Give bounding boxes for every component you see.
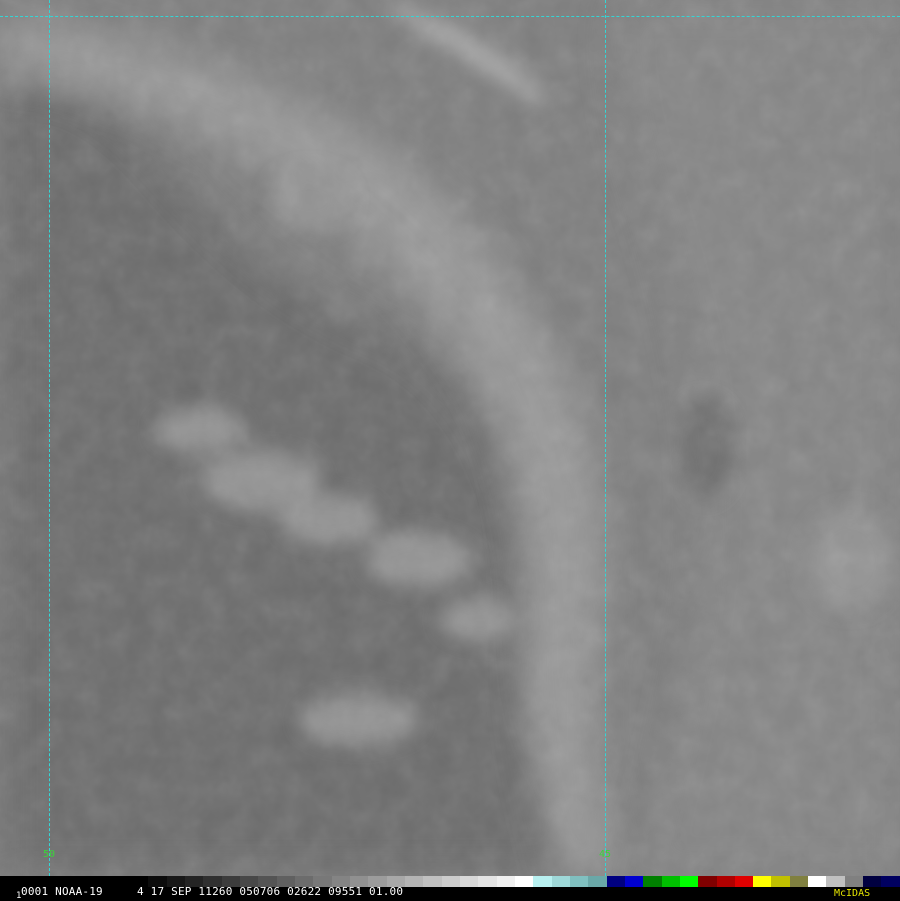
meridian-line-50 bbox=[49, 0, 50, 876]
colorbar-segment bbox=[789, 876, 809, 887]
colorbar-segment bbox=[514, 876, 534, 887]
image-metadata-line: 0001 NOAA-19 4 17 SEP 11260 050706 02622… bbox=[21, 885, 403, 898]
colorbar-segment bbox=[863, 876, 882, 887]
colorbar-segment bbox=[844, 876, 864, 887]
colorbar-segment bbox=[569, 876, 589, 887]
colorbar-segment bbox=[826, 876, 845, 887]
colorbar-segment bbox=[533, 876, 552, 887]
colorbar-segment bbox=[698, 876, 717, 887]
image-element: 09551 bbox=[328, 885, 363, 898]
satellite-name: NOAA-19 bbox=[55, 885, 103, 898]
colorbar-segment bbox=[588, 876, 607, 887]
colorbar-segment bbox=[478, 876, 497, 887]
band-number: 4 bbox=[137, 885, 144, 898]
image-resolution: 01.00 bbox=[369, 885, 404, 898]
colorbar-segment bbox=[661, 876, 680, 887]
satellite-image-viewport[interactable]: 50 45 bbox=[0, 0, 900, 876]
meridian-label-45: 45 bbox=[599, 849, 612, 860]
image-date: 17 SEP 11260 bbox=[150, 885, 233, 898]
colorbar-segment bbox=[496, 876, 515, 887]
colorbar-segment bbox=[423, 876, 442, 887]
colorbar-segment bbox=[808, 876, 827, 887]
colorbar-segment bbox=[441, 876, 460, 887]
colorbar-segment bbox=[624, 876, 644, 887]
image-line: 02622 bbox=[287, 885, 322, 898]
texture-overlay bbox=[0, 0, 900, 876]
colorbar-segment bbox=[881, 876, 900, 887]
colorbar-segment bbox=[716, 876, 735, 887]
colorbar-segment bbox=[734, 876, 754, 887]
satellite-imagery bbox=[0, 0, 900, 876]
image-time: 050706 bbox=[239, 885, 281, 898]
colorbar-segment bbox=[551, 876, 570, 887]
colorbar-segment bbox=[753, 876, 772, 887]
colorbar-segment bbox=[679, 876, 699, 887]
frame-number: 0001 bbox=[21, 885, 49, 898]
colorbar-segment bbox=[404, 876, 424, 887]
parallel-line bbox=[0, 16, 900, 17]
colorbar-segment bbox=[771, 876, 790, 887]
colorbar-segment bbox=[459, 876, 479, 887]
meridian-line-45 bbox=[605, 0, 606, 876]
mcidas-brand-label: McIDAS bbox=[834, 888, 871, 899]
colorbar-segment bbox=[606, 876, 625, 887]
colorbar-segment bbox=[643, 876, 662, 887]
meridian-label-50: 50 bbox=[43, 849, 56, 860]
